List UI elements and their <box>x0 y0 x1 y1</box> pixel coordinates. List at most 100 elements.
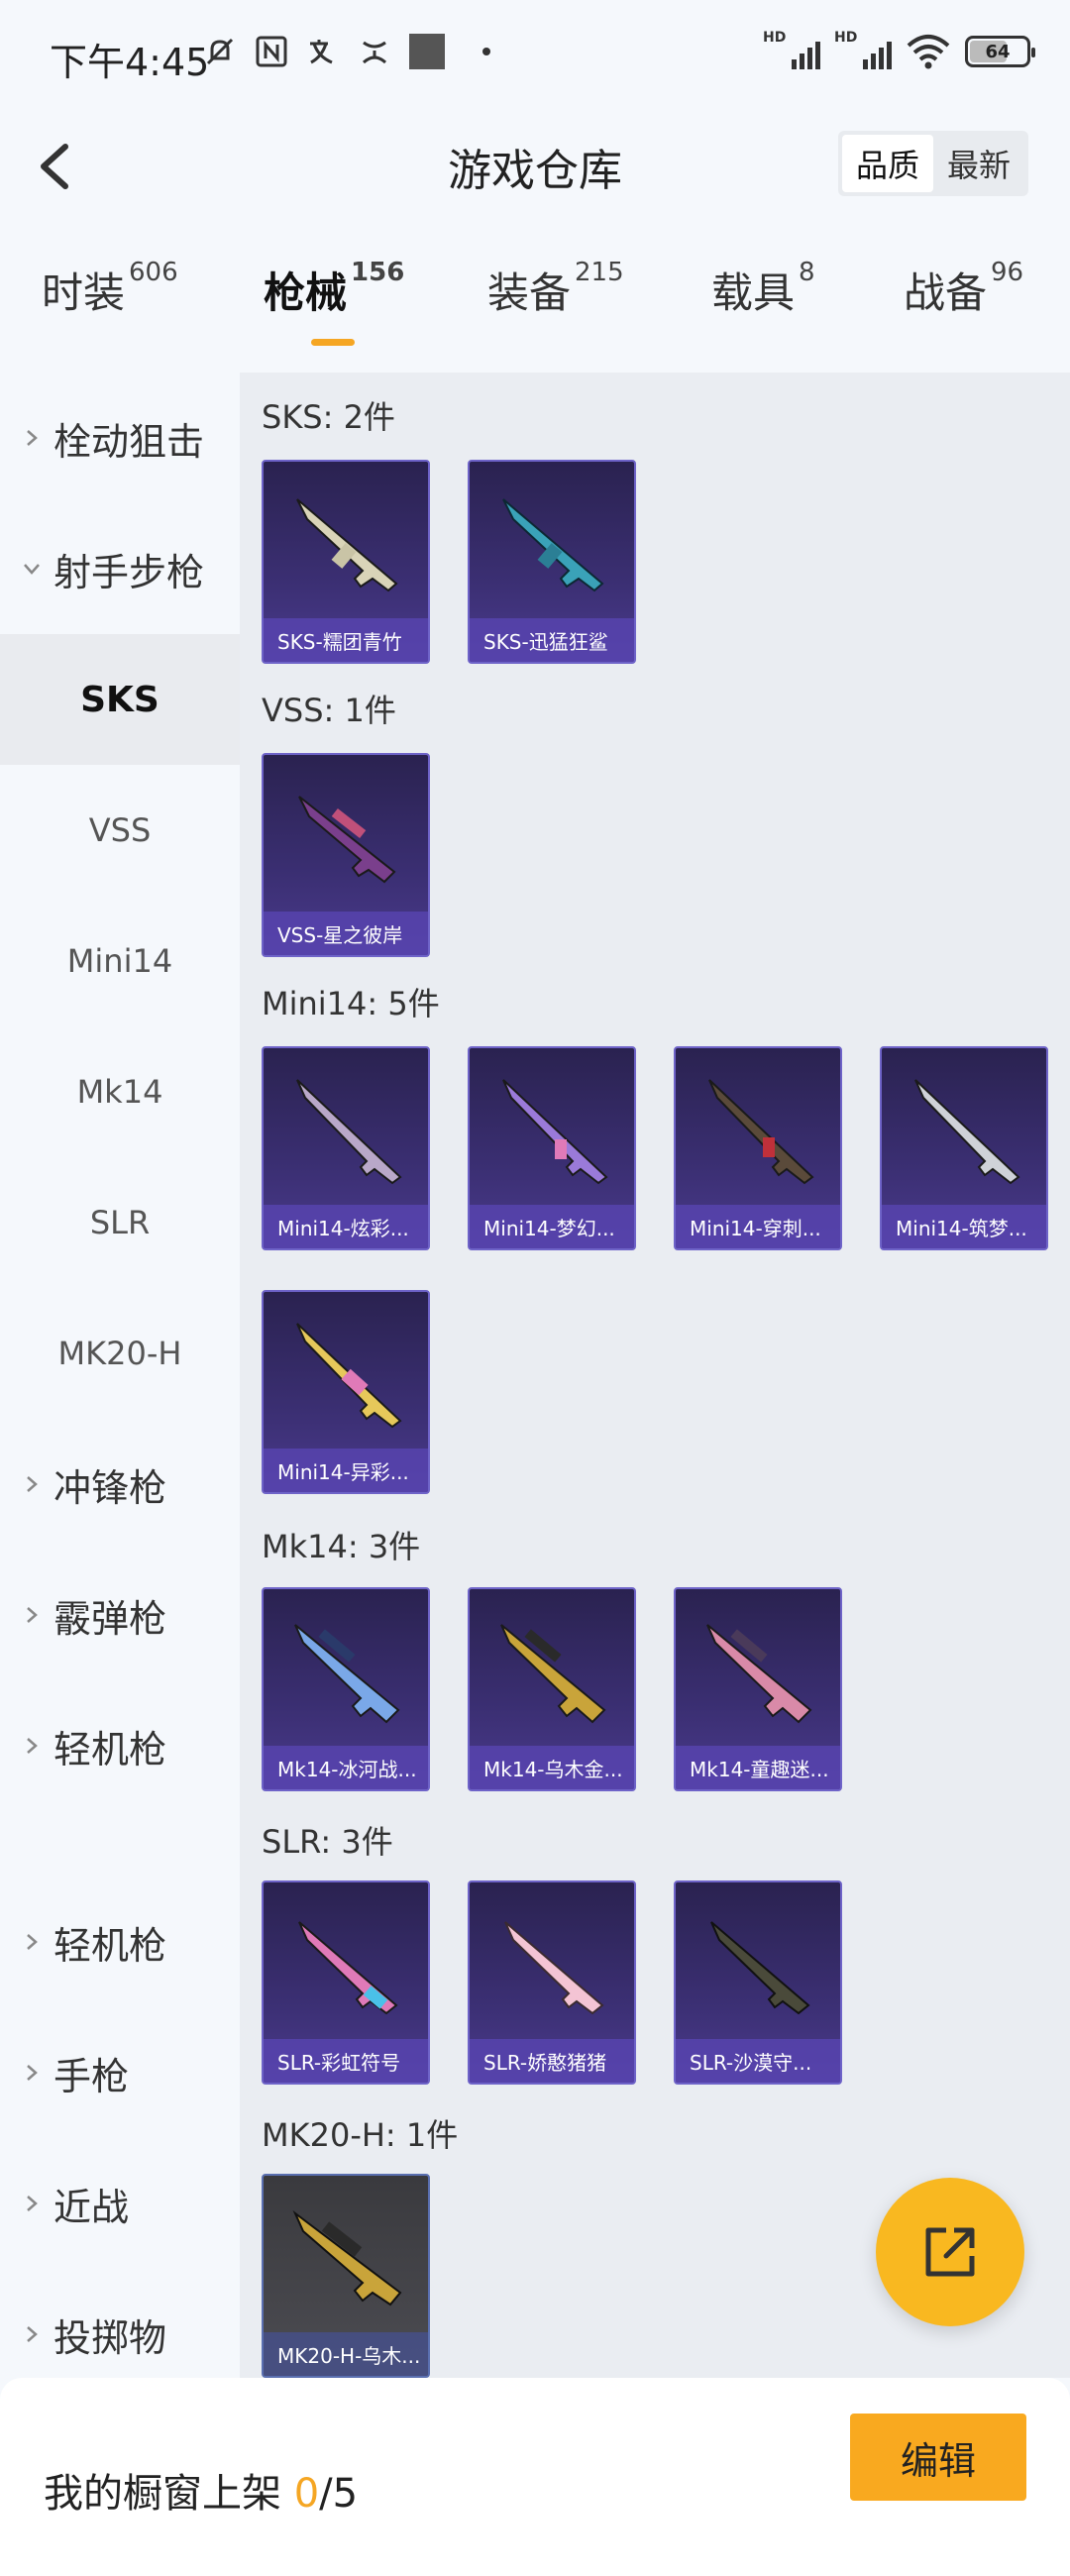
sidebar-item-lmg[interactable]: 轻机枪 <box>0 1680 240 1811</box>
category-tabs: 时装 606 枪械 156 装备 215 载具 8 战备 96 <box>0 258 1070 359</box>
sidebar-item-label: 近战 <box>54 2185 130 2229</box>
sort-toggle: 品质 最新 <box>837 131 1028 196</box>
translate-icon <box>310 40 333 64</box>
tab-count: 8 <box>799 258 815 287</box>
tab-equipment[interactable]: 装备 215 <box>487 258 624 320</box>
sidebar-item-sks[interactable]: SKS <box>0 634 240 765</box>
rifle-icon <box>298 796 396 884</box>
chevron-right-icon <box>27 2326 38 2342</box>
skin-name: Mini14-梦幻... <box>470 1205 634 1248</box>
weapon-skin-grid: SKS: 2件 SKS-糯团青竹 SKS-迅猛狂鲨 VSS: 1件 VSS-星之… <box>240 373 1070 2378</box>
square-icon <box>409 34 445 69</box>
rifle-icon <box>504 1921 604 2015</box>
skin-card[interactable]: SKS-迅猛狂鲨 <box>468 460 636 664</box>
sidebar-item-bolt-action-sniper[interactable]: 栓动狙击 <box>0 373 240 503</box>
skin-card[interactable]: SLR-沙漠守... <box>674 1880 842 2085</box>
sidebar-item-lmg-2[interactable]: 轻机枪 <box>0 1877 240 2007</box>
header: 游戏仓库 品质 最新 <box>0 111 1070 220</box>
status-bar: 下午4:45 HD HD 64 <box>0 0 1070 111</box>
sort-quality-button[interactable]: 品质 <box>841 135 933 192</box>
rifle-icon <box>502 1079 608 1185</box>
sidebar-item-mk14[interactable]: Mk14 <box>0 1026 240 1157</box>
showcase-current: 0 <box>293 2471 320 2517</box>
sidebar-item-slr[interactable]: SLR <box>0 1157 240 1288</box>
share-fab-button[interactable] <box>876 2178 1024 2326</box>
skin-name: Mk14-童趣迷... <box>676 1746 840 1789</box>
section-title: Mini14: 5件 <box>262 985 440 1022</box>
rifle-icon <box>296 1079 402 1185</box>
status-icons-left <box>203 34 490 69</box>
tab-fashion[interactable]: 时装 606 <box>42 258 178 320</box>
skin-card[interactable]: Mini14-炫彩... <box>262 1046 430 1250</box>
skin-name: Mk14-乌木金... <box>470 1746 634 1789</box>
sidebar-item-shotgun[interactable]: 霰弹枪 <box>0 1550 240 1680</box>
skin-name: MK20-H-乌木... <box>264 2332 428 2376</box>
tab-label: 枪械 <box>264 268 348 317</box>
tab-count: 215 <box>575 258 624 287</box>
hd-signal-icon: HD <box>834 30 892 69</box>
battery-level: 64 <box>985 41 1011 62</box>
skin-name: Mini14-炫彩... <box>264 1205 428 1248</box>
tab-count: 96 <box>991 258 1024 287</box>
chevron-right-icon <box>27 1738 38 1754</box>
sidebar-item-mk20h[interactable]: MK20-H <box>0 1288 240 1419</box>
sidebar-item-pistol[interactable]: 手枪 <box>0 2007 240 2138</box>
chevron-right-icon <box>27 2196 38 2211</box>
sidebar-item-melee[interactable]: 近战 <box>0 2138 240 2269</box>
tab-label: 装备 <box>487 268 572 317</box>
skin-card[interactable]: SLR-娇憨猪猪 <box>468 1880 636 2085</box>
skin-name: Mini14-穿刺... <box>676 1205 840 1248</box>
skin-card[interactable]: VSS-星之彼岸 <box>262 753 430 957</box>
chevron-right-icon <box>27 430 38 446</box>
dot-icon <box>482 48 490 55</box>
rifle-icon <box>710 1921 810 2015</box>
rifle-icon <box>294 1624 400 1724</box>
tab-active-indicator <box>311 339 355 346</box>
sidebar-item-vss[interactable]: VSS <box>0 765 240 896</box>
status-time: 下午4:45 <box>50 41 210 84</box>
skin-card[interactable]: Mk14-冰河战... <box>262 1587 430 1791</box>
sidebar-item-mini14[interactable]: Mini14 <box>0 896 240 1026</box>
skin-name: VSS-星之彼岸 <box>264 912 428 955</box>
edit-button[interactable]: 编辑 <box>850 2414 1026 2501</box>
section-title: Mk14: 3件 <box>262 1528 421 1565</box>
skin-card[interactable]: MK20-H-乌木... <box>262 2174 430 2378</box>
bottom-bar: 我的橱窗上架 0/5 编辑 <box>0 2378 1070 2576</box>
hd-signal-icon: HD <box>763 30 820 69</box>
section-title: SLR: 3件 <box>262 1823 393 1861</box>
skin-name: SLR-沙漠守... <box>676 2039 840 2083</box>
sleep-icon <box>362 41 387 64</box>
wifi-icon <box>907 35 950 69</box>
skin-card[interactable]: Mini14-梦幻... <box>468 1046 636 1250</box>
skin-card[interactable]: SKS-糯团青竹 <box>262 460 430 664</box>
sidebar-item-label: 栓动狙击 <box>54 419 205 464</box>
skin-name: SLR-娇憨猪猪 <box>470 2039 634 2083</box>
sort-latest-button[interactable]: 最新 <box>933 135 1024 192</box>
chevron-right-icon <box>27 2065 38 2081</box>
skin-card[interactable]: Mk14-童趣迷... <box>674 1587 842 1791</box>
skin-name: SKS-迅猛狂鲨 <box>470 618 634 662</box>
rifle-icon <box>708 1079 814 1185</box>
chevron-right-icon <box>27 1934 38 1950</box>
tab-firearms[interactable]: 枪械 156 <box>264 258 404 320</box>
mute-bell-icon <box>206 38 234 65</box>
skin-name: Mk14-冰河战... <box>264 1746 428 1789</box>
skin-card[interactable]: Mk14-乌木金... <box>468 1587 636 1791</box>
sidebar-item-label: 轻机枪 <box>54 1923 167 1968</box>
skin-name: Mini14-异彩... <box>264 1449 428 1492</box>
skin-card[interactable]: Mini14-穿刺... <box>674 1046 842 1250</box>
tab-vehicles[interactable]: 载具 8 <box>711 258 815 320</box>
skin-card[interactable]: Mini14-异彩... <box>262 1290 430 1494</box>
skin-card[interactable]: SLR-彩虹符号 <box>262 1880 430 2085</box>
skin-card[interactable]: Mini14-筑梦... <box>880 1046 1048 1250</box>
showcase-label: 我的橱窗上架 <box>44 2471 294 2517</box>
showcase-total: /5 <box>319 2471 359 2517</box>
weapon-category-sidebar: 栓动狙击 射手步枪 SKS VSS Mini14 Mk14 SLR MK20-H… <box>0 373 240 2378</box>
sidebar-item-smg[interactable]: 冲锋枪 <box>0 1419 240 1550</box>
tab-label: 载具 <box>711 268 796 317</box>
tab-count: 606 <box>129 258 178 287</box>
tab-gear[interactable]: 战备 96 <box>904 258 1024 320</box>
sidebar-item-dmr[interactable]: 射手步枪 <box>0 503 240 634</box>
battery-icon: 64 <box>965 36 1035 67</box>
showcase-count: 我的橱窗上架 0/5 <box>44 2461 358 2519</box>
